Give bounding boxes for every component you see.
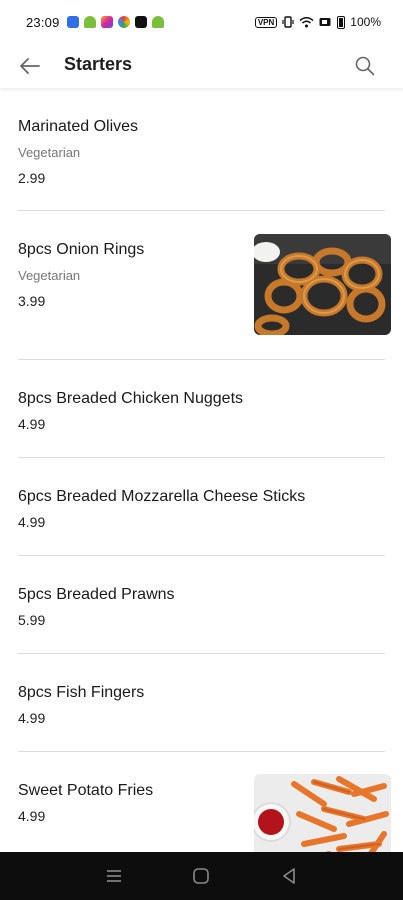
home-square-icon — [193, 868, 210, 884]
menu-item[interactable]: 8pcs Fish Fingers 4.99 — [18, 654, 385, 752]
arrow-left-icon — [20, 58, 40, 74]
item-price: 4.99 — [18, 710, 46, 726]
item-tag: Vegetarian — [18, 145, 81, 160]
camera-icon — [117, 16, 130, 28]
home-button[interactable] — [181, 856, 221, 896]
item-name: 5pcs Breaded Prawns — [18, 586, 175, 603]
item-name: 8pcs Fish Fingers — [18, 684, 145, 701]
status-right: VPN 100% — [254, 15, 381, 29]
item-name: Sweet Potato Fries — [18, 782, 154, 799]
triangle-back-icon — [283, 868, 295, 884]
system-nav-bar — [0, 852, 403, 900]
menu-list: Marinated Olives Vegetarian 2.99 8pcs On… — [0, 88, 403, 875]
menu-item[interactable]: 8pcs Onion Rings Vegetarian 3.99 — [18, 211, 391, 360]
onion-rings-photo — [254, 234, 391, 335]
recents-button[interactable] — [94, 856, 134, 896]
item-price: 3.99 — [18, 293, 46, 309]
battery-icon — [337, 15, 346, 29]
menu-item[interactable]: 5pcs Breaded Prawns 5.99 — [18, 556, 385, 654]
item-tag: Vegetarian — [18, 268, 81, 283]
menu-item[interactable]: Marinated Olives Vegetarian 2.99 — [18, 88, 385, 211]
item-price: 4.99 — [18, 416, 46, 432]
wifi-icon — [299, 17, 314, 28]
item-name: 8pcs Breaded Chicken Nuggets — [18, 390, 244, 407]
item-price: 4.99 — [18, 514, 46, 530]
item-name: Marinated Olives — [18, 118, 139, 135]
back-button[interactable] — [16, 52, 44, 80]
app-bar: Starters — [0, 44, 403, 88]
vpn-badge: VPN — [254, 16, 278, 28]
item-price: 4.99 — [18, 808, 46, 824]
item-name: 8pcs Onion Rings — [18, 241, 145, 258]
menu-icon — [106, 870, 121, 882]
android-icon — [83, 16, 96, 28]
battery-saver-icon — [319, 18, 331, 26]
android-icon — [151, 16, 164, 28]
item-price: 2.99 — [18, 170, 46, 186]
battery-percent: 100% — [350, 15, 381, 29]
item-price: 5.99 — [18, 612, 46, 628]
menu-item[interactable]: 6pcs Breaded Mozzarella Cheese Sticks 4.… — [18, 458, 385, 556]
app-icon — [134, 16, 147, 28]
vibrate-icon — [282, 16, 294, 28]
messenger-icon — [66, 16, 79, 28]
instagram-icon — [100, 16, 113, 28]
menu-item[interactable]: 8pcs Breaded Chicken Nuggets 4.99 — [18, 360, 385, 458]
search-button[interactable] — [351, 52, 379, 80]
notification-icons — [66, 16, 164, 28]
status-bar: 23:09 VPN 100% — [0, 0, 403, 44]
item-name: 6pcs Breaded Mozzarella Cheese Sticks — [18, 488, 306, 505]
search-icon — [355, 56, 375, 76]
status-time: 23:09 — [26, 14, 60, 30]
page-title: Starters — [64, 54, 133, 74]
back-nav-button[interactable] — [269, 856, 309, 896]
status-left: 23:09 — [26, 15, 164, 30]
